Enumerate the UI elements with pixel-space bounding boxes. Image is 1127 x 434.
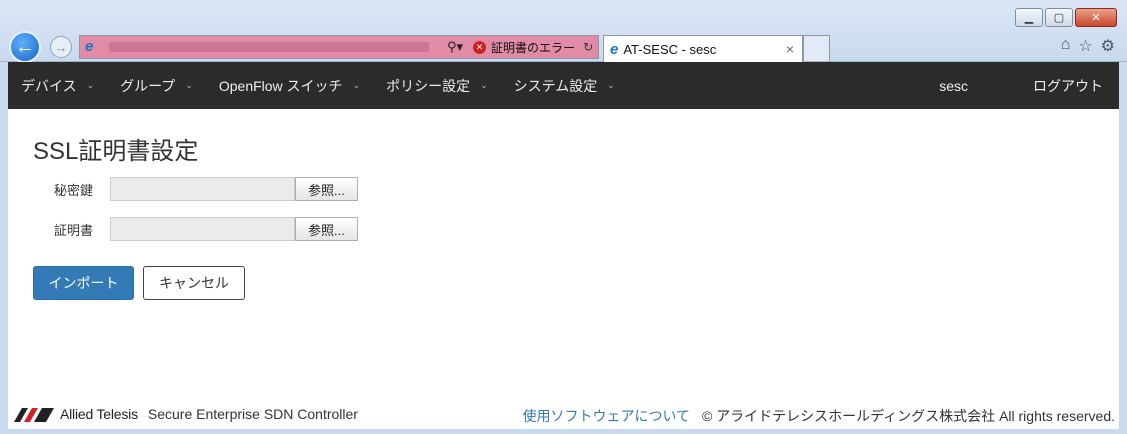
home-icon[interactable]: ⌂ xyxy=(1061,36,1071,56)
window-frame-bottom xyxy=(0,429,1127,434)
nav-item-policy-settings[interactable]: ポリシー設定 ⌄ xyxy=(373,62,501,109)
close-window-button[interactable]: ✕ xyxy=(1075,8,1117,27)
nav-item-label: グループ xyxy=(120,77,176,94)
private-key-label: 秘密鍵 xyxy=(53,182,93,198)
footer: Allied Telesis Secure Enterprise SDN Con… xyxy=(8,399,1119,429)
nav-item-openflow-switch[interactable]: OpenFlow スイッチ ⌄ xyxy=(206,62,373,109)
nav-item-label: デバイス xyxy=(21,77,77,94)
cancel-button[interactable]: キャンセル xyxy=(143,266,245,300)
chevron-down-icon: ⌄ xyxy=(352,80,361,90)
page-title: SSL証明書設定 xyxy=(33,138,199,165)
certificate-file-input[interactable] xyxy=(110,217,295,241)
certificate-error-icon[interactable]: ✕ xyxy=(473,40,487,54)
certificate-browse-button[interactable]: 参照... xyxy=(295,217,358,241)
favorites-star-icon[interactable]: ☆ xyxy=(1078,36,1092,56)
private-key-file-input[interactable] xyxy=(110,177,295,201)
nav-item-groups[interactable]: グループ ⌄ xyxy=(107,62,206,109)
certificate-row: 証明書 参照... xyxy=(8,217,358,241)
footer-right: 使用ソフトウェアについて © アライドテレシスホールディングス株式会社 All … xyxy=(522,406,1115,426)
chevron-down-icon: ⌄ xyxy=(86,80,95,90)
software-license-link[interactable]: 使用ソフトウェアについて xyxy=(522,408,690,424)
private-key-browse-button[interactable]: 参照... xyxy=(295,177,358,201)
certificate-label: 証明書 xyxy=(53,222,93,238)
ie-logo-icon: e xyxy=(85,38,94,55)
nav-item-label: OpenFlow スイッチ xyxy=(218,77,343,94)
address-url[interactable] xyxy=(109,42,429,52)
nav-item-system-settings[interactable]: システム設定 ⌄ xyxy=(501,62,628,109)
minimize-button[interactable]: ▁ xyxy=(1015,8,1043,27)
chevron-down-icon: ⌄ xyxy=(185,80,193,90)
top-navbar: デバイス ⌄ グループ ⌄ OpenFlow スイッチ ⌄ ポリシー設定 ⌄ シ… xyxy=(8,62,1119,109)
user-menu[interactable]: sesc xyxy=(923,62,984,109)
allied-telesis-logo-icon xyxy=(14,408,54,422)
copyright-text: © アライドテレシスホールディングス株式会社 All rights reserv… xyxy=(701,408,1115,424)
chevron-down-icon: ⌄ xyxy=(480,80,488,90)
nav-item-label: システム設定 xyxy=(513,77,598,94)
product-name: Secure Enterprise SDN Controller xyxy=(147,406,358,422)
logo-text: Allied Telesis xyxy=(60,406,138,422)
nav-item-label: ポリシー設定 xyxy=(386,77,471,94)
back-arrow-icon[interactable]: ← xyxy=(9,31,41,63)
refresh-icon[interactable]: ↻ xyxy=(583,40,593,54)
main-content: SSL証明書設定 秘密鍵 参照... 証明書 参照... インポート キャンセル xyxy=(8,109,1119,399)
window-frame-left xyxy=(0,62,8,434)
maximize-button[interactable]: ▢ xyxy=(1045,8,1073,27)
import-button[interactable]: インポート xyxy=(33,266,134,300)
gear-icon[interactable]: ⚙ xyxy=(1101,36,1115,56)
nav-item-devices[interactable]: デバイス ⌄ xyxy=(8,62,107,109)
new-tab-button[interactable] xyxy=(803,35,830,61)
close-tab-icon[interactable]: × xyxy=(786,41,794,57)
private-key-row: 秘密鍵 参照... xyxy=(8,177,358,201)
search-icon[interactable]: ⚲▾ xyxy=(447,39,463,55)
tab-title: AT-SESC - sesc xyxy=(623,41,717,57)
browser-tools: ⌂ ☆ ⚙ xyxy=(1061,36,1115,56)
ie-logo-icon: e xyxy=(610,40,619,58)
browser-chrome: ▁ ▢ ✕ ← → e ⚲▾ ✕ 証明書のエラー ↻ e AT-SESC - s… xyxy=(0,0,1127,63)
logout-link[interactable]: ログアウト xyxy=(1017,62,1119,109)
browser-tab[interactable]: e AT-SESC - sesc × xyxy=(603,35,803,62)
address-bar[interactable]: e ⚲▾ ✕ 証明書のエラー ↻ xyxy=(79,35,599,59)
chevron-down-icon: ⌄ xyxy=(607,80,615,90)
window-controls: ▁ ▢ ✕ xyxy=(1015,8,1117,27)
certificate-error-text[interactable]: 証明書のエラー xyxy=(491,39,575,56)
nav-right: sesc ログアウト xyxy=(923,62,1119,109)
forward-arrow-icon[interactable]: → xyxy=(50,36,72,58)
window-frame-right xyxy=(1119,62,1127,434)
